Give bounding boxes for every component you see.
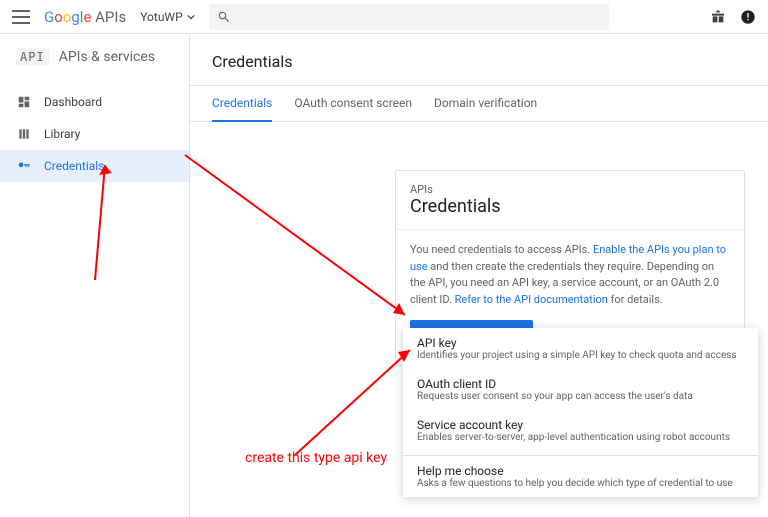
sidebar-item-label: Credentials (44, 159, 104, 173)
page-title: Credentials (190, 52, 768, 85)
menu-icon[interactable] (12, 10, 30, 24)
tab-credentials[interactable]: Credentials (212, 96, 272, 122)
notifications-icon[interactable] (740, 9, 756, 25)
api-badge-icon: API (16, 48, 49, 66)
sidebar-item-label: Dashboard (44, 95, 102, 109)
google-apis-logo[interactable]: Google APIs (44, 8, 126, 26)
library-icon (16, 126, 32, 142)
key-icon (16, 158, 32, 174)
tabs: Credentials OAuth consent screen Domain … (190, 86, 768, 122)
sidebar-title: APIs & services (59, 49, 155, 65)
project-name: YotuWP (140, 10, 182, 24)
dropdown-service-account[interactable]: Service account key Enables server-to-se… (403, 410, 758, 451)
sidebar-item-dashboard[interactable]: Dashboard (0, 86, 189, 118)
sidebar-item-library[interactable]: Library (0, 118, 189, 150)
tab-domain-verification[interactable]: Domain verification (434, 96, 537, 121)
project-selector[interactable]: YotuWP (140, 10, 194, 24)
card-text: You need credentials to access APIs. Ena… (410, 243, 726, 306)
dropdown-help-choose[interactable]: Help me choose Asks a few questions to h… (403, 456, 758, 497)
dropdown-oauth-client[interactable]: OAuth client ID Requests user consent so… (403, 369, 758, 410)
dropdown-api-key[interactable]: API key Identifies your project using a … (403, 328, 758, 369)
create-credentials-dropdown: API key Identifies your project using a … (403, 328, 758, 497)
sidebar-item-label: Library (44, 127, 80, 141)
sidebar-item-credentials[interactable]: Credentials (0, 150, 189, 182)
topbar: Google APIs YotuWP (0, 0, 768, 34)
search-icon (217, 10, 231, 24)
card-title: Credentials (410, 196, 730, 217)
dashboard-icon (16, 94, 32, 110)
caret-down-icon (187, 13, 195, 21)
sidebar-header[interactable]: API APIs & services (0, 34, 189, 80)
sidebar: API APIs & services Dashboard Library (0, 34, 190, 517)
gift-icon[interactable] (710, 9, 726, 25)
tab-oauth-consent[interactable]: OAuth consent screen (294, 96, 412, 121)
search-input[interactable] (209, 4, 609, 30)
api-doc-link[interactable]: Refer to the API documentation (455, 293, 608, 306)
card-eyebrow: APIs (410, 183, 730, 196)
